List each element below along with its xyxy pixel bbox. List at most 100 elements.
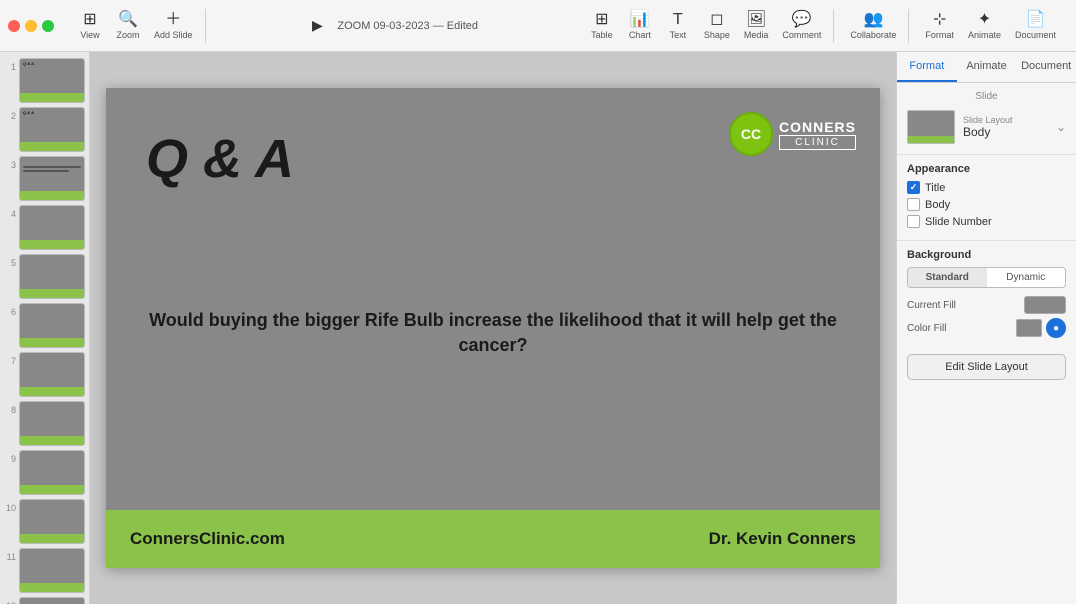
slide-body-text[interactable]: Would buying the bigger Rife Bulb increa…: [146, 308, 840, 358]
media-button[interactable]: 🖼 Media: [738, 9, 775, 43]
thumb-number-9: 9: [4, 454, 16, 464]
tab-document[interactable]: Document: [1016, 52, 1076, 82]
document-button[interactable]: 📄 Document: [1009, 9, 1062, 43]
comment-button[interactable]: 💬 Comment: [776, 9, 827, 43]
slide-layout-name: Body: [963, 125, 1056, 139]
thumbnail-7[interactable]: 7: [4, 352, 85, 397]
slide-layout-info: Slide Layout Body: [955, 115, 1056, 139]
checkbox-title[interactable]: [907, 181, 920, 194]
slide-area[interactable]: CC CONNERS CLINIC Q & A Would buying the…: [90, 52, 896, 604]
bg-dynamic-btn[interactable]: Dynamic: [987, 268, 1066, 287]
slide-logo: CC CONNERS CLINIC: [729, 112, 856, 156]
bg-standard-btn[interactable]: Standard: [908, 268, 987, 287]
thumb-number-5: 5: [4, 258, 16, 268]
media-icon: 🖼: [746, 12, 766, 28]
checkbox-slide-number[interactable]: [907, 215, 920, 228]
collaborate-button[interactable]: 👥 Collaborate: [844, 9, 902, 43]
thumbnail-1[interactable]: 1 Q & A: [4, 58, 85, 103]
chart-icon: 📊: [630, 12, 650, 28]
animate-icon: ✦: [978, 12, 991, 28]
shape-label: Shape: [704, 30, 730, 40]
checkbox-body-label: Body: [925, 199, 950, 211]
checkbox-body[interactable]: [907, 198, 920, 211]
document-icon: 📄: [1026, 12, 1046, 28]
thumb-number-4: 4: [4, 209, 16, 219]
comment-icon: 💬: [792, 12, 812, 28]
thumbnail-3[interactable]: 3: [4, 156, 85, 201]
color-fill-icon: ●: [1053, 323, 1059, 334]
thumb-number-1: 1: [4, 62, 16, 72]
slide-bottom-left: ConnersClinic.com: [130, 529, 285, 549]
chart-button[interactable]: 📊 Chart: [622, 9, 658, 43]
table-label: Table: [591, 30, 613, 40]
slide-layout-label: Slide Layout: [963, 115, 1056, 125]
zoom-icon: 🔍: [118, 12, 138, 28]
toolbar-center: ▶ ZOOM 09-03-2023 — Edited: [210, 14, 574, 38]
edit-slide-layout-button[interactable]: Edit Slide Layout: [907, 354, 1066, 380]
slide-bottom-right: Dr. Kevin Conners: [709, 529, 856, 549]
slide-canvas: CC CONNERS CLINIC Q & A Would buying the…: [106, 88, 880, 568]
thumbnails-panel[interactable]: 1 Q & A 2 Q & A 3: [0, 52, 90, 604]
close-window-btn[interactable]: [8, 20, 20, 32]
thumbnail-5[interactable]: 5: [4, 254, 85, 299]
thumb-img-9: [19, 450, 85, 495]
zoom-button[interactable]: 🔍 Zoom: [110, 9, 146, 43]
view-icon: ⊞: [83, 12, 96, 28]
checkbox-body-row[interactable]: Body: [907, 198, 1066, 211]
collaborate-icon: 👥: [863, 12, 883, 28]
text-label: Text: [670, 30, 687, 40]
thumb-number-3: 3: [4, 160, 16, 170]
slide-layout-row: Slide Layout Body ⌄: [897, 106, 1076, 148]
logo-name-top: CONNERS: [779, 119, 856, 135]
thumbnail-10[interactable]: 10: [4, 499, 85, 544]
slide-layout-arrow[interactable]: ⌄: [1056, 120, 1066, 134]
add-slide-label: Add Slide: [154, 30, 193, 40]
slide-title[interactable]: Q & A: [146, 128, 294, 190]
thumb-img-11: [19, 548, 85, 593]
logo-circle: CC: [729, 112, 773, 156]
view-label: View: [80, 30, 99, 40]
thumbnail-4[interactable]: 4: [4, 205, 85, 250]
animate-button[interactable]: ✦ Animate: [962, 9, 1007, 43]
current-fill-row: Current Fill: [907, 296, 1066, 314]
thumbnail-11[interactable]: 11: [4, 548, 85, 593]
color-fill-swatch[interactable]: [1016, 319, 1042, 337]
chart-label: Chart: [629, 30, 651, 40]
thumbnail-12[interactable]: 12: [4, 597, 85, 604]
main-area: 1 Q & A 2 Q & A 3: [0, 52, 1076, 604]
comment-label: Comment: [782, 30, 821, 40]
tab-animate[interactable]: Animate: [957, 52, 1017, 82]
thumb-img-1: Q & A: [19, 58, 85, 103]
tab-format[interactable]: Format: [897, 52, 957, 82]
thumb-img-5: [19, 254, 85, 299]
background-title: Background: [907, 249, 1066, 261]
thumbnail-6[interactable]: 6: [4, 303, 85, 348]
play-button[interactable]: ▶: [305, 14, 329, 38]
view-button[interactable]: ⊞ View: [72, 9, 108, 43]
checkbox-title-row[interactable]: Title: [907, 181, 1066, 194]
maximize-window-btn[interactable]: [42, 20, 54, 32]
current-fill-label: Current Fill: [907, 300, 956, 311]
format-button[interactable]: ⊹ Format: [919, 9, 960, 43]
add-slide-button[interactable]: ＋ Add Slide: [148, 9, 199, 43]
thumb-number-11: 11: [4, 552, 16, 562]
minimize-window-btn[interactable]: [25, 20, 37, 32]
checkbox-title-label: Title: [925, 182, 945, 194]
thumb-number-2: 2: [4, 111, 16, 121]
current-fill-swatch[interactable]: [1024, 296, 1066, 314]
thumbnail-2[interactable]: 2 Q & A: [4, 107, 85, 152]
table-button[interactable]: ⊞ Table: [584, 9, 620, 43]
shape-button[interactable]: ◻ Shape: [698, 9, 736, 43]
thumb-img-3: [19, 156, 85, 201]
thumbnail-8[interactable]: 8: [4, 401, 85, 446]
color-fill-label: Color Fill: [907, 323, 946, 334]
text-icon: T: [673, 12, 683, 28]
panel-section-label: Slide: [897, 83, 1076, 106]
checkbox-slide-number-row[interactable]: Slide Number: [907, 215, 1066, 228]
text-button[interactable]: T Text: [660, 9, 696, 43]
thumbnail-9[interactable]: 9: [4, 450, 85, 495]
window-title: ZOOM 09-03-2023 — Edited: [337, 20, 478, 32]
color-swatch-row: ●: [1016, 318, 1066, 338]
color-fill-active-btn[interactable]: ●: [1046, 318, 1066, 338]
thumb-img-6: [19, 303, 85, 348]
